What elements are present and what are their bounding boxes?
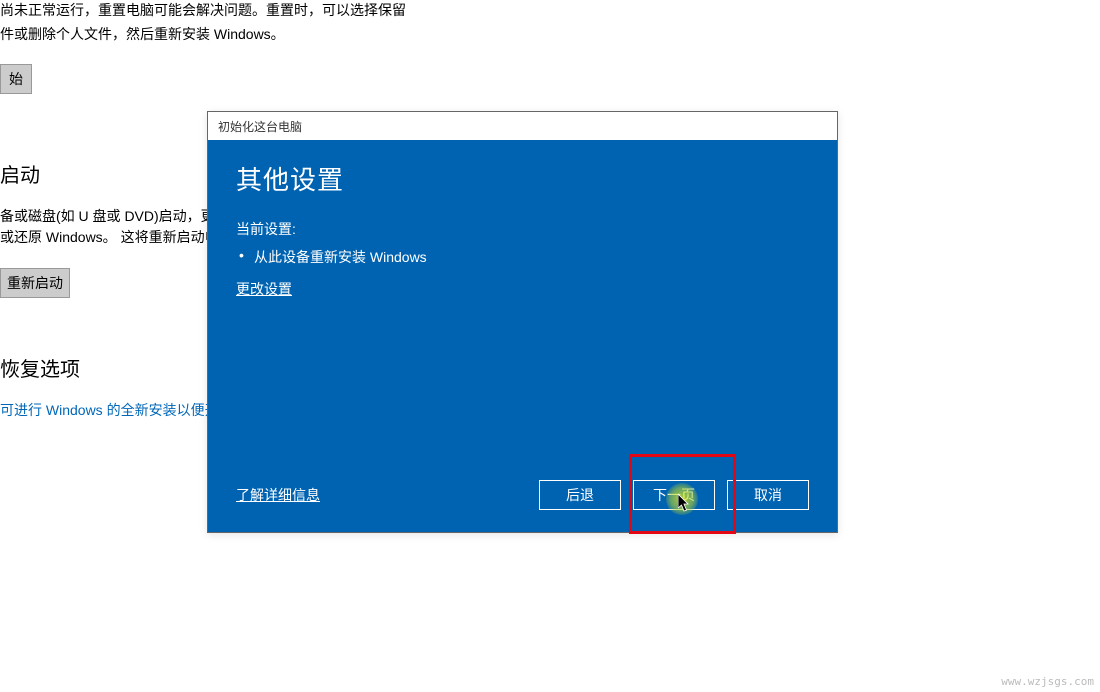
settings-list: 从此设备重新安装 Windows <box>236 247 809 267</box>
restart-button[interactable]: 重新启动 <box>0 268 70 298</box>
watermark: www.wzjsgs.com <box>1001 675 1094 688</box>
back-button[interactable]: 后退 <box>539 480 621 510</box>
change-settings-link[interactable]: 更改设置 <box>236 279 292 299</box>
dialog-titlebar: 初始化这台电脑 <box>208 112 837 140</box>
reset-pc-dialog: 初始化这台电脑 其他设置 当前设置: 从此设备重新安装 Windows 更改设置… <box>207 111 838 533</box>
fresh-install-link[interactable]: 可进行 Windows 的全新安装以便开始 <box>0 402 233 418</box>
dialog-body: 其他设置 当前设置: 从此设备重新安装 Windows 更改设置 了解详细信息 … <box>208 140 837 532</box>
current-settings-label: 当前设置: <box>236 219 809 239</box>
dialog-title: 其他设置 <box>236 160 809 197</box>
bg-text-line1: 尚未正常运行，重置电脑可能会解决问题。重置时，可以选择保留 <box>0 0 1100 20</box>
settings-list-item: 从此设备重新安装 Windows <box>236 247 809 267</box>
start-button[interactable]: 始 <box>0 64 32 94</box>
bg-text-line2: 件或删除个人文件，然后重新安装 Windows。 <box>0 24 1100 44</box>
next-button[interactable]: 下一页 <box>633 480 715 510</box>
learn-more-link[interactable]: 了解详细信息 <box>236 485 320 505</box>
cancel-button[interactable]: 取消 <box>727 480 809 510</box>
dialog-footer: 了解详细信息 后退 下一页 取消 <box>236 480 809 510</box>
